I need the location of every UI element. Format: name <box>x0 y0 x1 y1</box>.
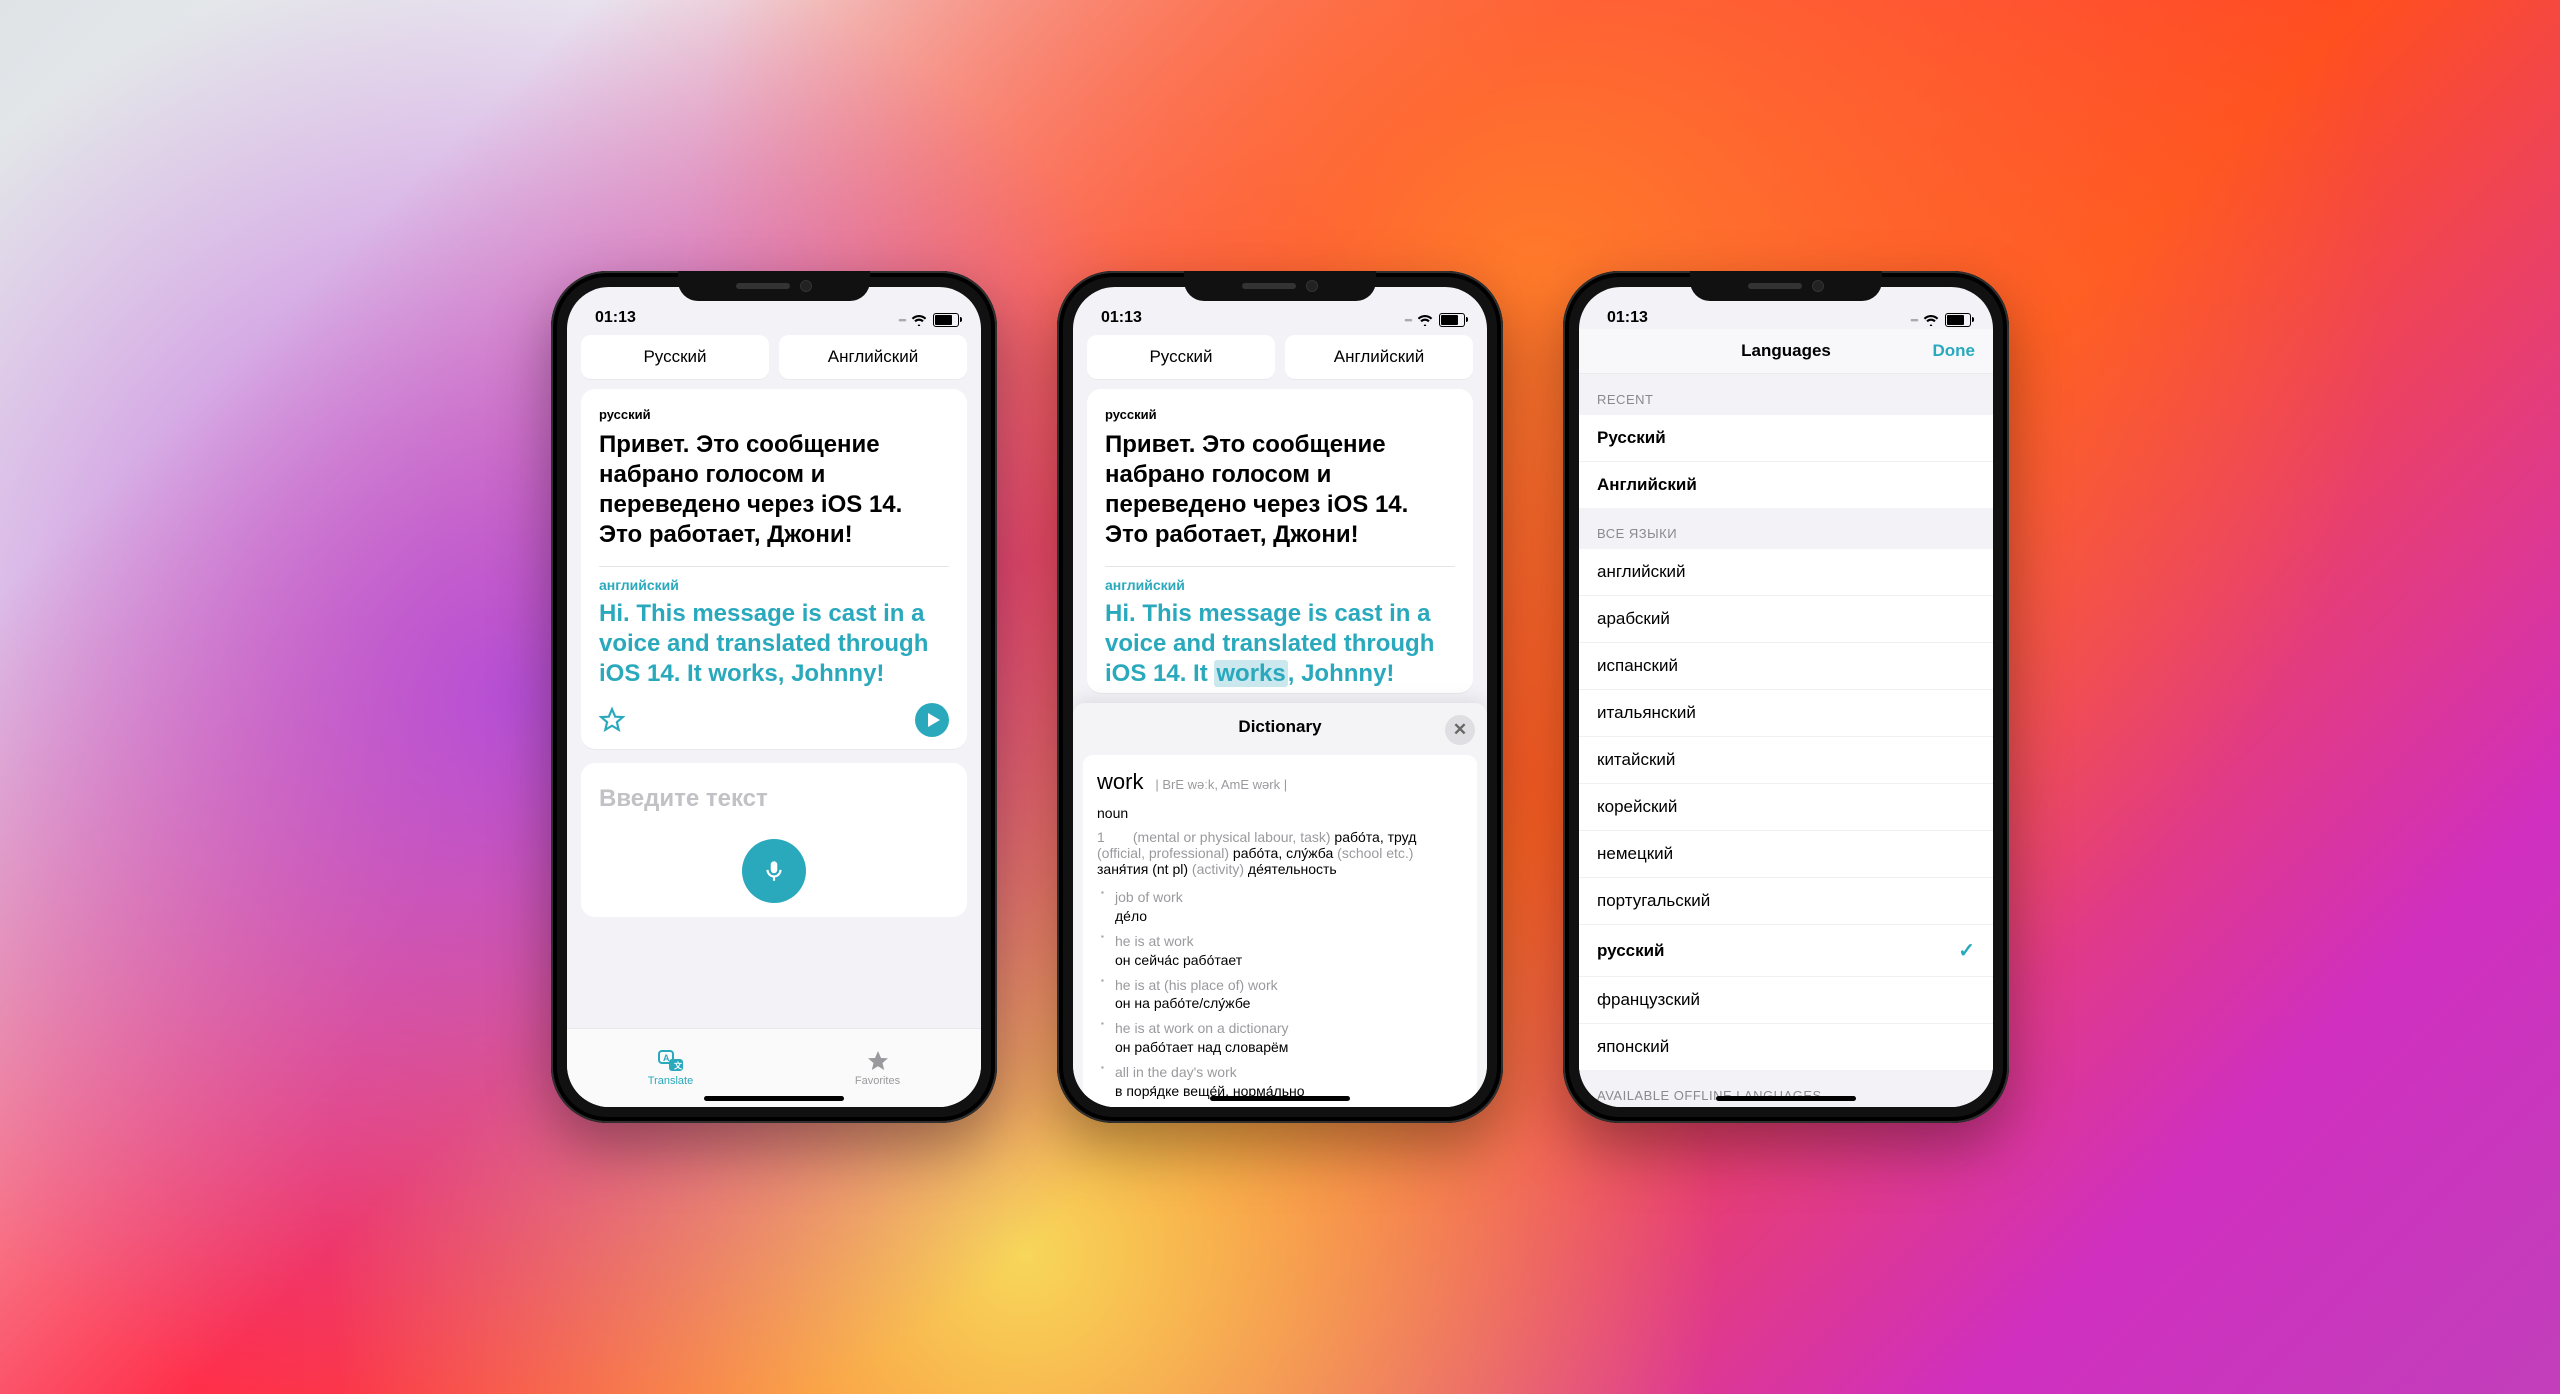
home-indicator[interactable] <box>1210 1096 1350 1101</box>
list-item[interactable]: немецкий <box>1579 831 1993 878</box>
list-item[interactable]: Русский <box>1579 415 1993 462</box>
play-audio-icon[interactable] <box>915 703 949 737</box>
wifi-icon <box>911 314 927 326</box>
svg-text:文: 文 <box>674 1061 683 1071</box>
wifi-icon <box>1417 314 1433 326</box>
list-item[interactable]: японский <box>1579 1024 1993 1070</box>
checkmark-icon: ✓ <box>1958 938 1975 963</box>
highlighted-word: works <box>1214 660 1287 687</box>
example-list: job of workде́ло he is at workон сейча́с… <box>1097 885 1463 1104</box>
target-language-label: английский <box>1105 577 1455 593</box>
target-language-button[interactable]: Английский <box>1285 335 1473 379</box>
home-indicator[interactable] <box>704 1096 844 1101</box>
list-item[interactable]: английский <box>1579 549 1993 596</box>
translation-card: русский Привет. Это сообщение набрано го… <box>1087 389 1473 693</box>
source-language-label: русский <box>1105 407 1455 422</box>
target-language-button[interactable]: Английский <box>779 335 967 379</box>
text-input-card[interactable]: Введите текст <box>581 763 967 917</box>
source-text[interactable]: Привет. Это сообщение набрано голосом и … <box>599 430 949 550</box>
list-item[interactable]: французский <box>1579 977 1993 1024</box>
battery-icon <box>1945 313 1971 327</box>
dictionary-entry: work | BrE wəːk, AmE wərk | noun 1 (ment… <box>1083 755 1477 1107</box>
dictionary-sheet[interactable]: Dictionary ✕ work | BrE wəːk, AmE wərk |… <box>1073 703 1487 1107</box>
list-item[interactable]: корейский <box>1579 784 1993 831</box>
nav-title: Languages <box>1741 341 1831 361</box>
list-item[interactable]: итальянский <box>1579 690 1993 737</box>
part-of-speech: noun <box>1097 805 1463 821</box>
target-text[interactable]: Hi. This message is cast in a voice and … <box>1105 599 1455 689</box>
cell-signal-icon: •••• <box>1910 315 1917 325</box>
list-item-selected[interactable]: русский✓ <box>1579 925 1993 977</box>
cell-signal-icon: •••• <box>1404 315 1411 325</box>
target-language-label: английский <box>599 577 949 593</box>
source-language-button[interactable]: Русский <box>581 335 769 379</box>
phone-1: 01:13 •••• Русский Английский русский Пр… <box>551 271 997 1123</box>
nav-bar: Languages Done <box>1579 329 1993 374</box>
dictionary-title: Dictionary <box>1238 717 1321 736</box>
list-item[interactable]: португальский <box>1579 878 1993 925</box>
headword: work <box>1097 769 1143 794</box>
source-language-label: русский <box>599 407 949 422</box>
list-item[interactable]: испанский <box>1579 643 1993 690</box>
section-recent: RECENT <box>1579 374 1993 415</box>
status-time: 01:13 <box>1607 309 1648 327</box>
battery-icon <box>933 313 959 327</box>
favorite-star-icon[interactable] <box>599 707 625 733</box>
source-language-button[interactable]: Русский <box>1087 335 1275 379</box>
home-indicator[interactable] <box>1716 1096 1856 1101</box>
status-time: 01:13 <box>595 309 636 327</box>
sense-number: 1 <box>1097 829 1113 845</box>
list-item[interactable]: Английский <box>1579 462 1993 508</box>
target-text[interactable]: Hi. This message is cast in a voice and … <box>599 599 949 689</box>
text-input-placeholder: Введите текст <box>599 785 768 813</box>
battery-icon <box>1439 313 1465 327</box>
svg-text:A: A <box>663 1053 670 1063</box>
status-time: 01:13 <box>1101 309 1142 327</box>
section-all-languages: ВСЕ ЯЗЫКИ <box>1579 508 1993 549</box>
wifi-icon <box>1923 314 1939 326</box>
phonetics: | BrE wəːk, AmE wərk | <box>1155 777 1287 792</box>
cell-signal-icon: •••• <box>898 315 905 325</box>
source-text[interactable]: Привет. Это сообщение набрано голосом и … <box>1105 430 1455 550</box>
phone-2: 01:13 •••• Русский Английский русский Пр… <box>1057 271 1503 1123</box>
translate-icon: A文 <box>657 1049 685 1073</box>
phone-3: 01:13 •••• Languages Done RECENT Русский… <box>1563 271 2009 1123</box>
translation-card: русский Привет. Это сообщение набрано го… <box>581 389 967 749</box>
mic-button[interactable] <box>742 839 806 903</box>
close-icon[interactable]: ✕ <box>1445 715 1475 745</box>
section-offline: AVAILABLE OFFLINE LANGUAGES <box>1579 1070 1993 1107</box>
list-item[interactable]: китайский <box>1579 737 1993 784</box>
list-item[interactable]: арабский <box>1579 596 1993 643</box>
done-button[interactable]: Done <box>1933 341 1976 361</box>
star-icon <box>866 1049 890 1073</box>
